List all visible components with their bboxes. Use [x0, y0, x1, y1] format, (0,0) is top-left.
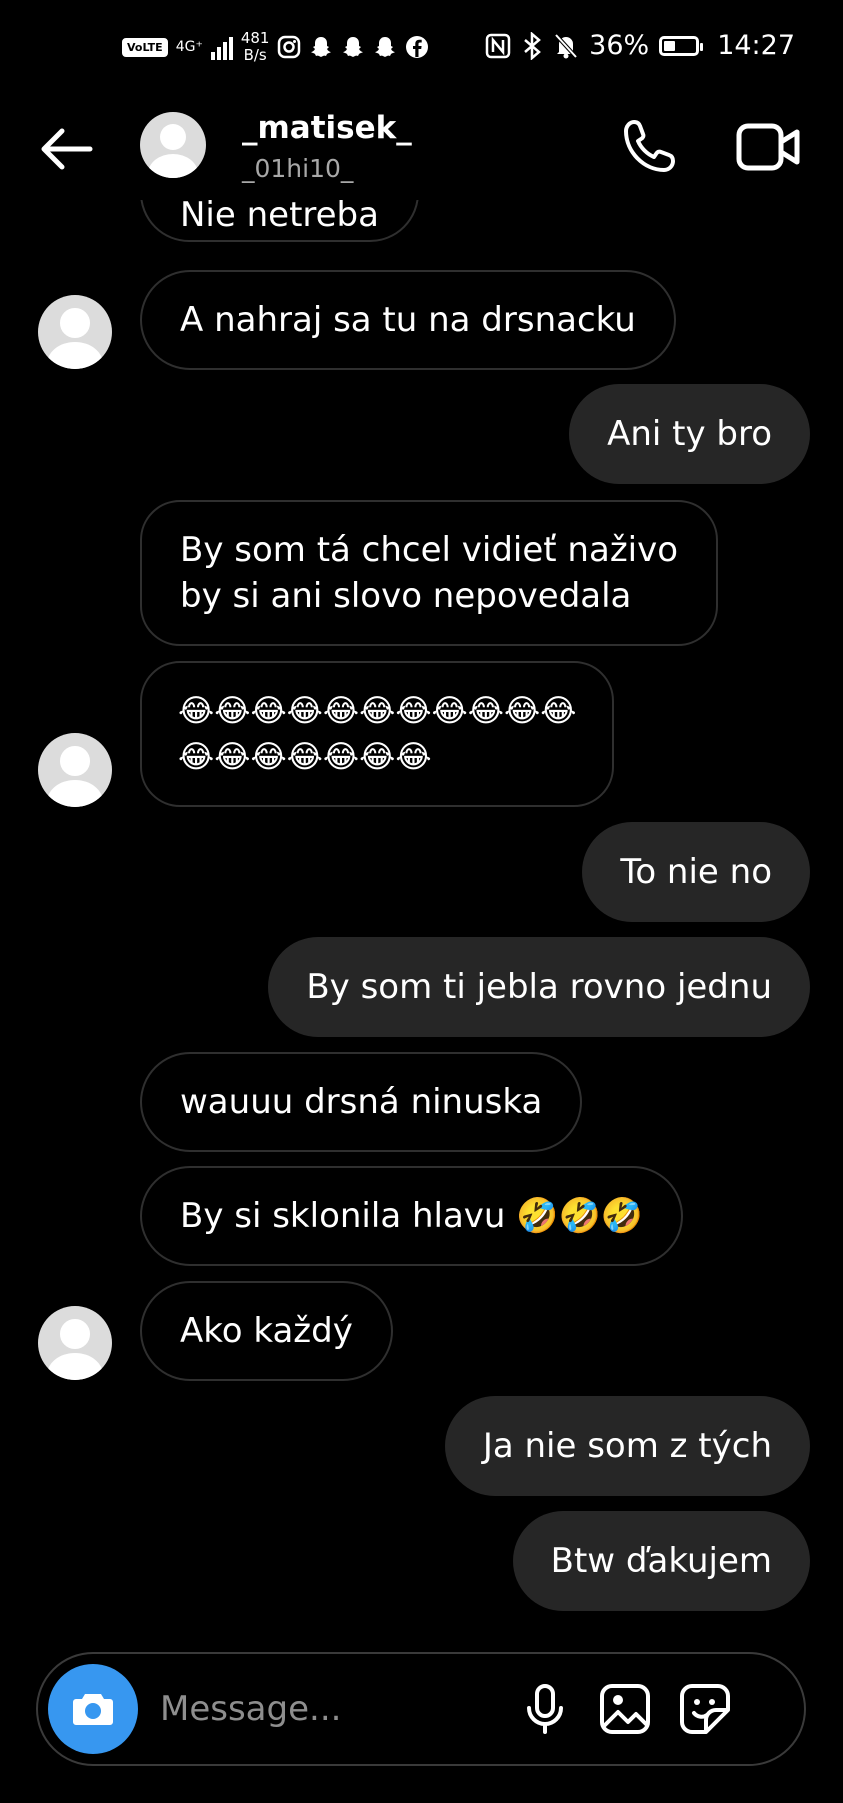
gallery-icon[interactable] [598, 1682, 652, 1736]
snapchat-icon [311, 37, 332, 57]
video-call-icon[interactable] [736, 120, 802, 174]
snapchat-icon [375, 37, 396, 57]
message-text-line: by si ani slovo nepovedala [180, 576, 632, 616]
message-text: Ako každý [180, 1311, 353, 1351]
message-text: Ja nie som z tých [482, 1426, 772, 1466]
message-text: wauuu drsná ninuska [180, 1082, 543, 1122]
message-text-line: By som tá chcel vidieť naživo [180, 530, 679, 570]
contact-handle[interactable]: _01hi10_ [242, 154, 353, 183]
message-bubble[interactable]: Ja nie som z tých [444, 1396, 810, 1496]
battery-percent: 36% [589, 30, 650, 61]
signal-icon [210, 34, 233, 60]
volte-indicator: VoLTE [122, 37, 168, 57]
network-speed: 481 B/s [241, 30, 270, 64]
camera-button[interactable] [48, 1664, 138, 1754]
message-text: To nie no [620, 852, 772, 892]
nfc-icon [485, 33, 511, 58]
message-text: Btw ďakujem [550, 1541, 772, 1581]
sender-avatar[interactable] [38, 733, 112, 807]
contact-avatar[interactable] [140, 112, 206, 178]
message-text: By som ti jebla rovno jednu [306, 967, 772, 1007]
phone-call-icon[interactable] [620, 116, 680, 176]
message-text: A nahraj sa tu na drsnacku [180, 300, 636, 340]
message-thread[interactable]: Nie netreba A nahraj sa tu na drsnacku A… [0, 200, 843, 1640]
message-bubble[interactable]: Ani ty bro [569, 384, 810, 484]
battery-level [664, 40, 676, 51]
message-bubble[interactable]: By si sklonila hlavu 🤣🤣🤣 [140, 1166, 684, 1266]
message-bubble[interactable]: wauuu drsná ninuska [140, 1052, 583, 1152]
status-right: 36% 14:27 [485, 30, 795, 61]
clock: 14:27 [717, 30, 795, 61]
sticker-icon[interactable] [678, 1682, 732, 1736]
instagram-icon [278, 35, 301, 59]
mute-bell-icon [554, 33, 578, 58]
status-bar: VoLTE 4G⁺ 481 B/s 36% 14:27 [0, 0, 843, 100]
back-arrow-icon[interactable] [36, 124, 96, 174]
message-text: Ani ty bro [607, 414, 772, 454]
network-speed-unit: B/s [243, 46, 267, 64]
message-bubble[interactable]: Ako každý [140, 1281, 393, 1381]
message-bubble[interactable]: A nahraj sa tu na drsnacku [140, 270, 676, 370]
snapchat-icon [343, 37, 364, 57]
message-input[interactable] [158, 1680, 522, 1738]
message-bubble[interactable]: Btw ďakujem [512, 1511, 810, 1611]
message-bubble[interactable]: By som ti jebla rovno jednu [268, 937, 810, 1037]
message-bubble[interactable]: To nie no [582, 822, 810, 922]
emoji-line: 😂😂😂😂😂😂😂😂😂😂😂 [178, 693, 577, 729]
camera-icon [73, 1694, 113, 1725]
sender-avatar[interactable] [38, 1306, 112, 1380]
chat-header: _matisek_ _01hi10_ [0, 100, 843, 200]
status-left: VoLTE 4G⁺ 481 B/s [122, 30, 429, 64]
message-bubble[interactable]: Nie netreba [140, 200, 419, 242]
facebook-icon [406, 36, 429, 58]
message-bubble[interactable]: 😂😂😂😂😂😂😂😂😂😂😂 😂😂😂😂😂😂😂 [140, 661, 615, 807]
message-text: Nie netreba [180, 200, 379, 235]
network-speed-value: 481 [240, 29, 270, 47]
bluetooth-icon [524, 31, 542, 60]
microphone-icon[interactable] [518, 1682, 572, 1736]
message-bubble[interactable]: By som tá chcel vidieť naživo by si ani … [140, 500, 719, 646]
message-text: By si sklonila hlavu 🤣🤣🤣 [180, 1196, 644, 1236]
battery-icon [659, 35, 704, 56]
contact-name[interactable]: _matisek_ [242, 110, 412, 146]
message-composer [36, 1652, 806, 1766]
network-type: 4G⁺ [175, 39, 203, 55]
sender-avatar[interactable] [38, 295, 112, 369]
emoji-line: 😂😂😂😂😂😂😂 [178, 739, 432, 775]
